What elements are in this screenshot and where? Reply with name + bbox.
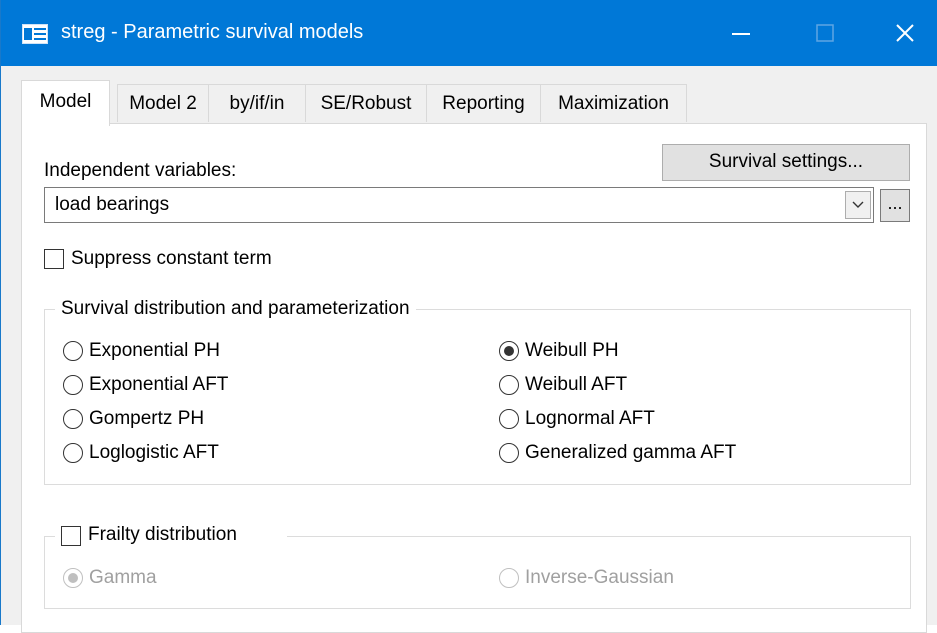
minimize-button[interactable]	[706, 0, 776, 66]
independent-variables-value: load bearings	[55, 194, 170, 215]
suppress-constant-checkbox[interactable]	[44, 249, 64, 269]
maximize-button[interactable]	[790, 0, 860, 66]
radio-frailty-gamma	[63, 568, 83, 588]
frailty-checkbox[interactable]	[61, 526, 81, 546]
tab-label: Model	[39, 91, 92, 112]
survival-settings-button[interactable]: Survival settings...	[662, 144, 910, 181]
tab-model[interactable]: Model	[21, 80, 110, 126]
tab-reporting[interactable]: Reporting	[426, 84, 541, 122]
survival-settings-label: Survival settings...	[708, 151, 864, 172]
radio-exponential-aft[interactable]	[63, 375, 83, 395]
combo-dropdown-button[interactable]	[845, 191, 871, 219]
close-icon	[896, 24, 914, 42]
independent-variables-label: Independent variables:	[44, 160, 237, 181]
radio-label-gompertz-ph[interactable]: Gompertz PH	[89, 407, 204, 431]
independent-variables-combo[interactable]: load bearings	[44, 187, 874, 223]
tab-maximization[interactable]: Maximization	[540, 84, 687, 122]
radio-label-weibull-ph[interactable]: Weibull PH	[525, 339, 619, 363]
tab-model-2[interactable]: Model 2	[117, 84, 209, 122]
radio-weibull-ph[interactable]	[499, 341, 519, 361]
radio-loglogistic-aft[interactable]	[63, 443, 83, 463]
radio-label-exponential-ph[interactable]: Exponential PH	[89, 339, 220, 363]
close-button[interactable]	[870, 0, 937, 66]
tab-by-if-in[interactable]: by/if/in	[208, 84, 306, 122]
radio-exponential-ph[interactable]	[63, 341, 83, 361]
radio-label-frailty-inverse-gaussian: Inverse-Gaussian	[525, 567, 674, 588]
radio-gompertz-ph[interactable]	[63, 409, 83, 429]
minimize-icon	[732, 33, 750, 35]
radio-label-frailty-gamma: Gamma	[89, 567, 157, 588]
tab-label: by/if/in	[229, 93, 285, 114]
chevron-down-icon	[852, 201, 864, 208]
frailty-distribution-label[interactable]: Frailty distribution	[88, 523, 237, 547]
radio-frailty-inverse-gaussian	[499, 568, 519, 588]
radio-weibull-aft[interactable]	[499, 375, 519, 395]
radio-lognormal-aft[interactable]	[499, 409, 519, 429]
radio-generalized-gamma-aft[interactable]	[499, 443, 519, 463]
tab-label: Reporting	[442, 93, 525, 114]
dialog-window: streg - Parametric survival models Model…	[0, 0, 937, 633]
maximize-icon	[816, 24, 834, 42]
suppress-constant-label[interactable]: Suppress constant term	[71, 247, 272, 271]
variable-browse-button[interactable]: ...	[880, 189, 910, 222]
radio-label-lognormal-aft[interactable]: Lognormal AFT	[525, 407, 655, 431]
title-bar[interactable]: streg - Parametric survival models	[1, 0, 937, 66]
tab-label: Model 2	[129, 93, 197, 114]
radio-label-generalized-gamma-aft[interactable]: Generalized gamma AFT	[525, 441, 736, 465]
radio-label-loglogistic-aft[interactable]: Loglogistic AFT	[89, 441, 219, 465]
app-icon	[22, 24, 48, 44]
ellipsis-label: ...	[887, 193, 903, 213]
radio-label-weibull-aft[interactable]: Weibull AFT	[525, 373, 627, 397]
tab-label: SE/Robust	[320, 93, 412, 114]
survival-distribution-legend: Survival distribution and parameterizati…	[55, 297, 416, 321]
tab-se-robust[interactable]: SE/Robust	[305, 84, 427, 122]
radio-label-exponential-aft[interactable]: Exponential AFT	[89, 373, 228, 397]
tab-label: Maximization	[558, 93, 669, 114]
window-title: streg - Parametric survival models	[61, 21, 364, 43]
